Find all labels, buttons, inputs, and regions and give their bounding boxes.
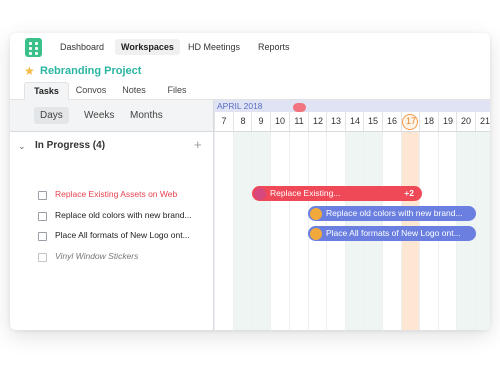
- timeline-header: APRIL 2018 7 8 9 10 11 12 13 14 15 16 17…: [214, 100, 490, 132]
- gantt-bar[interactable]: Replace old colors with new brand...: [308, 206, 476, 221]
- gantt-bar-label: Replace Existing...: [270, 188, 341, 198]
- day-label: 11: [289, 112, 308, 131]
- day-label: 9: [251, 112, 270, 131]
- project-title: Rebranding Project: [40, 65, 142, 77]
- day-column-weekend: [233, 131, 251, 330]
- avatar: [310, 227, 322, 240]
- chevron-down-icon[interactable]: ⌄: [18, 139, 26, 153]
- day-label: 15: [363, 112, 382, 131]
- zoom-selector: Days Weeks Months: [10, 100, 213, 132]
- plus-icon[interactable]: +: [194, 137, 202, 153]
- task-list-panel: Days Weeks Months ⌄ In Progress (4) + Re…: [10, 100, 214, 330]
- task-label[interactable]: Vinyl Window Stickers: [55, 250, 138, 263]
- task-row[interactable]: Replace old colors with new brand...: [10, 207, 213, 225]
- day-label: 20: [456, 112, 475, 131]
- task-label[interactable]: Replace old colors with new brand...: [55, 209, 192, 222]
- gantt-bar[interactable]: Place All formats of New Logo ont...: [308, 226, 476, 241]
- day-column: [289, 131, 308, 330]
- nav-hd-meetings[interactable]: HD Meetings: [182, 39, 246, 55]
- day-column: [214, 131, 233, 330]
- month-label-row: APRIL 2018: [214, 100, 490, 112]
- day-label: 8: [233, 112, 252, 131]
- group-in-progress[interactable]: ⌄ In Progress (4) +: [10, 137, 213, 155]
- tab-convos[interactable]: Convos: [72, 82, 110, 98]
- gantt-bar-label: Place All formats of New Logo ont...: [326, 228, 461, 238]
- day-label: 13: [326, 112, 345, 131]
- day-label: 19: [438, 112, 457, 131]
- day-label-today: 17: [401, 112, 420, 131]
- task-row[interactable]: Replace Existing Assets on Web: [10, 186, 213, 204]
- tab-notes[interactable]: Notes: [118, 82, 150, 98]
- day-label: 18: [419, 112, 438, 131]
- nav-reports[interactable]: Reports: [252, 39, 296, 55]
- task-checkbox[interactable]: [38, 232, 47, 241]
- task-checkbox[interactable]: [38, 253, 47, 262]
- app-logo-icon[interactable]: [25, 38, 42, 57]
- task-checkbox[interactable]: [38, 212, 47, 221]
- task-row[interactable]: Vinyl Window Stickers: [10, 248, 213, 266]
- day-label: 7: [214, 112, 233, 131]
- tab-tasks[interactable]: Tasks: [24, 82, 69, 100]
- task-label[interactable]: Replace Existing Assets on Web: [55, 188, 177, 201]
- star-icon[interactable]: ★: [24, 64, 35, 78]
- gantt-bar-extra-count: +2: [404, 188, 414, 198]
- gantt-bar[interactable]: Replace Existing... +2: [252, 186, 422, 201]
- day-column-weekend: [251, 131, 270, 330]
- zoom-months[interactable]: Months: [124, 107, 169, 124]
- day-label: 16: [382, 112, 401, 131]
- grouped-task-marker: [293, 103, 306, 112]
- nav-dashboard[interactable]: Dashboard: [54, 39, 110, 55]
- task-label[interactable]: Place All formats of New Logo ont...: [55, 229, 190, 242]
- day-label: 12: [308, 112, 327, 131]
- gantt-bar-label: Replace old colors with new brand...: [326, 208, 463, 218]
- group-label: In Progress (4): [35, 140, 106, 151]
- app-window: Dashboard Workspaces HD Meetings Reports…: [10, 33, 490, 330]
- day-label: 14: [345, 112, 364, 131]
- task-checkbox[interactable]: [38, 191, 47, 200]
- day-column: [270, 131, 289, 330]
- month-label: APRIL 2018: [217, 101, 263, 111]
- task-row[interactable]: Place All formats of New Logo ont...: [10, 227, 213, 245]
- day-column-weekend: [475, 131, 490, 330]
- zoom-days[interactable]: Days: [34, 107, 69, 124]
- avatar: [254, 187, 266, 200]
- day-label: 21: [475, 112, 490, 131]
- gantt-timeline: APRIL 2018 7 8 9 10 11 12 13 14 15 16 17…: [214, 100, 490, 330]
- day-label: 10: [270, 112, 289, 131]
- project-tabs: Tasks Convos Notes Files: [10, 82, 490, 100]
- top-navigation: Dashboard Workspaces HD Meetings Reports: [10, 33, 490, 61]
- zoom-weeks[interactable]: Weeks: [78, 107, 120, 124]
- avatar: [310, 207, 322, 220]
- tab-files[interactable]: Files: [162, 82, 192, 98]
- nav-workspaces[interactable]: Workspaces: [115, 39, 180, 55]
